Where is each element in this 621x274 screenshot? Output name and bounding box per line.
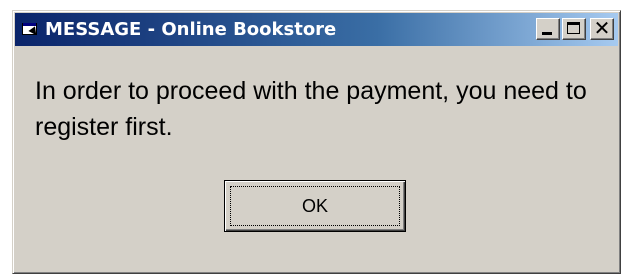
- close-button[interactable]: ✕: [590, 16, 614, 40]
- window-controls: ✕: [536, 16, 614, 40]
- window-app-icon[interactable]: [22, 22, 40, 38]
- minimize-icon: [542, 32, 552, 35]
- title-bar[interactable]: MESSAGE - Online Bookstore ✕: [15, 13, 618, 46]
- close-icon: ✕: [593, 16, 611, 40]
- message-text: In order to proceed with the payment, yo…: [35, 77, 587, 141]
- window-title: MESSAGE - Online Bookstore: [45, 19, 337, 40]
- maximize-button[interactable]: [562, 18, 586, 40]
- message-dialog-window: MESSAGE - Online Bookstore ✕ In order to…: [12, 10, 621, 274]
- ok-button[interactable]: OK: [224, 180, 406, 232]
- maximize-icon: [567, 22, 580, 34]
- minimize-button[interactable]: [536, 18, 560, 40]
- ok-button-label: OK: [301, 195, 328, 216]
